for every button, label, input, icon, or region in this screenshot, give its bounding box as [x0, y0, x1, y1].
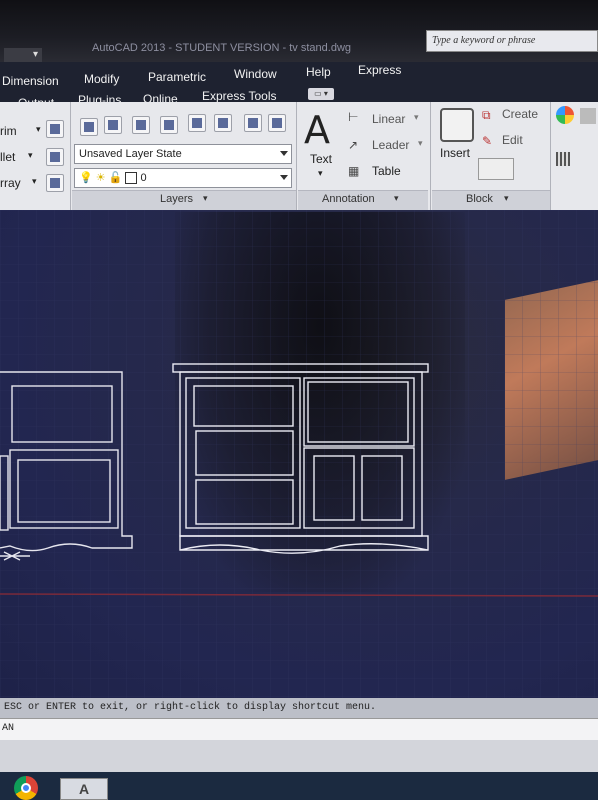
linear-dimension-icon: ⊢ — [348, 110, 359, 124]
edit-block-icon: ✎ — [482, 134, 493, 148]
fillet-dropdown-arrow[interactable]: ▾ — [28, 150, 33, 161]
array-label[interactable]: rray — [0, 176, 21, 190]
block-panel-title[interactable]: Block — [466, 193, 493, 205]
ribbon-minimize-button[interactable]: ▭ ▾ — [308, 88, 334, 100]
layer-delete-icon[interactable] — [244, 114, 262, 132]
menu-parametric[interactable]: Parametric — [148, 70, 206, 84]
layer-lock-icon[interactable] — [46, 174, 64, 192]
layer-match-icon[interactable] — [46, 148, 64, 166]
layer-isolate-icon[interactable] — [132, 116, 150, 134]
insert-block-icon[interactable] — [440, 108, 474, 142]
text-dropdown-arrow[interactable]: ▾ — [318, 168, 323, 179]
menu-dimension[interactable]: Dimension — [2, 74, 59, 88]
fillet-label[interactable]: llet — [0, 150, 15, 164]
ribbon: rim ▾ llet ▾ rray ▾ Unsaved Layer State … — [0, 102, 598, 212]
layer-freeze-icon[interactable] — [160, 116, 178, 134]
layer-state-dropdown[interactable]: Unsaved Layer State — [74, 144, 292, 164]
edit-block-label[interactable]: Edit — [502, 133, 523, 147]
sun-icon: ☀ — [95, 172, 106, 184]
linear-dimension-label[interactable]: Linear — [372, 112, 405, 126]
grid — [0, 210, 598, 698]
layer-off-icon[interactable] — [104, 116, 122, 134]
color-wheel-icon[interactable] — [556, 106, 574, 124]
properties-swatch-icon[interactable] — [580, 108, 596, 124]
chevron-down-icon[interactable]: ▾ — [203, 193, 208, 204]
create-block-icon: ⧉ — [482, 108, 491, 122]
insert-label[interactable]: Insert — [440, 146, 470, 160]
chevron-down-icon[interactable]: ▾ — [394, 193, 399, 204]
linetype-icon[interactable] — [556, 152, 570, 166]
menu-modify[interactable]: Modify — [84, 72, 119, 86]
linear-dropdown-arrow[interactable]: ▾ — [414, 112, 419, 123]
drawing-svg — [0, 210, 598, 698]
menu-help[interactable]: Help — [306, 65, 331, 79]
leader-icon: ↗ — [348, 138, 359, 152]
layer-previous-icon[interactable] — [268, 114, 286, 132]
table-label[interactable]: Table — [372, 164, 401, 178]
menu-bar: Dimension Modify Parametric Window Help … — [0, 62, 598, 110]
chrome-taskbar-icon[interactable] — [14, 776, 38, 800]
layer-walk-icon[interactable] — [188, 114, 206, 132]
layer-properties-icon[interactable] — [80, 118, 98, 136]
lightbulb-icon: 💡 — [79, 172, 93, 184]
text-tool-glyph[interactable]: A — [304, 108, 330, 152]
command-input[interactable]: AN — [0, 718, 598, 740]
leader-label[interactable]: Leader — [372, 138, 409, 152]
current-layer-value: 0 — [140, 172, 147, 184]
chevron-down-icon — [280, 151, 288, 156]
chevron-down-icon[interactable]: ▾ — [504, 193, 509, 204]
layer-color-swatch — [125, 172, 138, 185]
layer-state-value: Unsaved Layer State — [79, 148, 182, 160]
ribbon-tab-express-tools[interactable]: Express Tools — [202, 89, 276, 103]
array-dropdown-arrow[interactable]: ▾ — [32, 176, 37, 187]
table-icon: ▦ — [348, 164, 360, 178]
layer-merge-icon[interactable] — [214, 114, 232, 132]
leader-dropdown-arrow[interactable]: ▾ — [418, 138, 423, 149]
status-bar — [0, 740, 598, 772]
menu-window[interactable]: Window — [234, 67, 277, 81]
annotation-panel-title[interactable]: Annotation — [322, 193, 375, 205]
application-menu-button[interactable]: ▾ — [4, 48, 42, 62]
window-title: AutoCAD 2013 - STUDENT VERSION - tv stan… — [92, 42, 351, 54]
autocad-taskbar-icon[interactable]: A — [60, 778, 108, 800]
command-history: ESC or ENTER to exit, or right-click to … — [0, 698, 598, 718]
text-tool-label[interactable]: Text — [310, 152, 332, 166]
trim-label[interactable]: rim — [0, 124, 17, 138]
trim-dropdown-arrow[interactable]: ▾ — [36, 124, 41, 135]
menu-express[interactable]: Express — [358, 63, 401, 77]
block-attributes-button[interactable] — [478, 158, 514, 180]
current-layer-dropdown[interactable]: 💡 ☀ 🔓 0 — [74, 168, 292, 188]
match-properties-icon[interactable] — [46, 120, 64, 138]
create-block-label[interactable]: Create — [502, 107, 538, 121]
chevron-down-icon — [280, 175, 288, 180]
search-input[interactable]: Type a keyword or phrase — [426, 30, 598, 52]
layers-panel-title[interactable]: Layers — [160, 193, 193, 205]
unlock-icon: 🔓 — [108, 172, 123, 184]
